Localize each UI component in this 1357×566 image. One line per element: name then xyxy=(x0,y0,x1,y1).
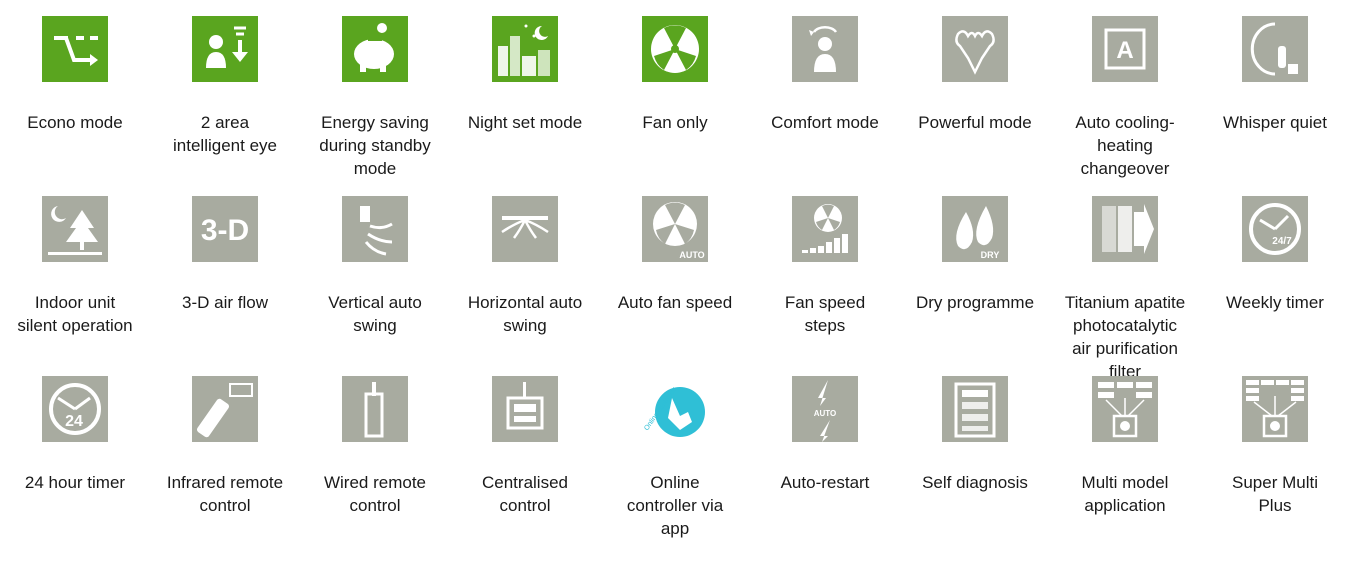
feature-label: Online controller via app xyxy=(626,473,724,538)
feature-label: 2 area intelligent eye xyxy=(173,113,277,155)
super-multi-icon xyxy=(1242,376,1308,442)
svg-text:24: 24 xyxy=(65,413,83,430)
feature-label: Vertical auto swing xyxy=(328,293,422,335)
feature-label: Multi model application xyxy=(1081,473,1169,515)
fan-icon xyxy=(642,16,708,82)
feature-label: 24 hour timer xyxy=(24,473,126,492)
wired-remote-icon xyxy=(342,376,408,442)
moon-tree-icon xyxy=(42,196,108,262)
svg-text:24/7: 24/7 xyxy=(1272,236,1292,247)
dry-drops-icon: DRY xyxy=(942,196,1008,262)
horizontal-swing-icon xyxy=(492,196,558,262)
feature-label: Titanium apatite photocatalytic air puri… xyxy=(1064,293,1186,381)
feature-label: Energy saving during standby mode xyxy=(319,113,431,178)
infrared-remote-icon xyxy=(192,376,258,442)
3d-icon: 3-D xyxy=(192,196,258,262)
24h-clock-icon: 24 xyxy=(42,376,108,442)
svg-text:AUTO: AUTO xyxy=(679,250,704,260)
feature-label: Super Multi Plus xyxy=(1232,473,1318,515)
feature-label: Auto-restart xyxy=(780,473,870,492)
feature-label: Night set mode xyxy=(467,113,583,132)
vertical-swing-icon xyxy=(342,196,408,262)
auto-changeover-icon: A xyxy=(1092,16,1158,82)
filter-icon xyxy=(1092,196,1158,262)
econo-mode-icon xyxy=(42,16,108,82)
fan-speed-steps-icon xyxy=(792,196,858,262)
powerful-icon xyxy=(942,16,1008,82)
feature-label: Auto fan speed xyxy=(617,293,733,312)
weekly-clock-icon: 24/7 xyxy=(1242,196,1308,262)
feature-label: Weekly timer xyxy=(1226,293,1324,312)
feature-label: Fan only xyxy=(642,113,708,132)
svg-text:3-D: 3-D xyxy=(201,214,249,247)
feature-label: Indoor unit silent operation xyxy=(17,293,133,335)
feature-label: Horizontal auto swing xyxy=(467,293,583,335)
multi-model-icon xyxy=(1092,376,1158,442)
central-control-icon xyxy=(492,376,558,442)
svg-text:AUTO: AUTO xyxy=(814,409,837,418)
feature-label: Econo mode xyxy=(27,113,123,132)
online-controller-icon: Online controller xyxy=(642,376,708,442)
feature-label: Auto cooling- heating changeover xyxy=(1075,113,1175,178)
feature-label: Whisper quiet xyxy=(1223,113,1327,132)
intelligent-eye-icon xyxy=(192,16,258,82)
feature-label: Comfort mode xyxy=(771,113,879,132)
whisper-icon xyxy=(1242,16,1308,82)
feature-label: Infrared remote control xyxy=(166,473,284,515)
feature-label: Dry programme xyxy=(915,293,1035,312)
svg-text:DRY: DRY xyxy=(981,250,1000,260)
piggy-bank-icon xyxy=(342,16,408,82)
comfort-person-icon xyxy=(792,16,858,82)
feature-label: Centralised control xyxy=(482,473,568,515)
feature-label: Self diagnosis xyxy=(922,473,1028,492)
feature-label: Wired remote control xyxy=(323,473,427,515)
night-city-icon xyxy=(492,16,558,82)
feature-label: Powerful mode xyxy=(918,113,1032,132)
feature-label: Fan speed steps xyxy=(784,293,866,335)
auto-restart-icon: AUTO xyxy=(792,376,858,442)
svg-text:A: A xyxy=(1116,37,1133,64)
auto-fan-icon: AUTO xyxy=(642,196,708,262)
feature-label: 3-D air flow xyxy=(182,293,268,312)
self-diagnosis-icon xyxy=(942,376,1008,442)
